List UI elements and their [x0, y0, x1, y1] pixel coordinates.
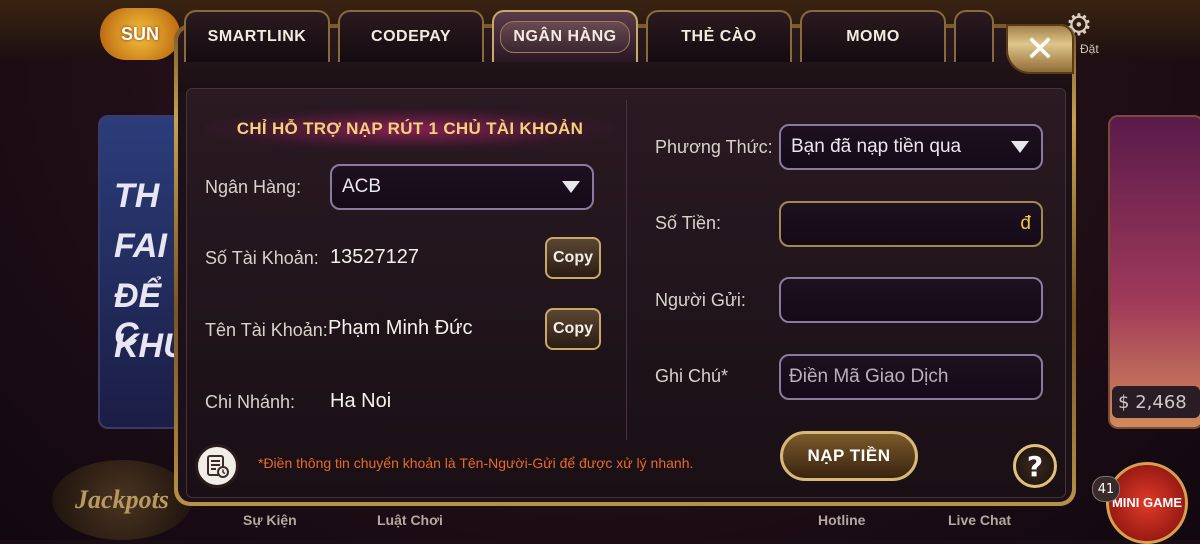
chevron-down-icon — [562, 181, 580, 193]
tab-momo[interactable]: MOMO — [800, 10, 946, 62]
account-number-value: 13527127 — [330, 246, 419, 268]
method-label: Phương Thức: — [655, 137, 773, 157]
tab-more[interactable] — [954, 10, 994, 62]
close-button[interactable]: ✕ — [1006, 24, 1074, 74]
nav-su-kien[interactable]: Sự Kiện — [243, 512, 297, 536]
method-select-value: Bạn đã nạp tiền qua — [791, 136, 962, 157]
tab-the-cao[interactable]: THẺ CÀO — [646, 10, 792, 62]
promo-banner-left[interactable]: TH FAI ĐỂ C KHU — [98, 115, 188, 429]
minigame-badge: 41 — [1092, 476, 1120, 502]
transaction-note-input[interactable]: Điền Mã Giao Dịch — [779, 354, 1043, 400]
account-name-label: Tên Tài Khoản: — [205, 320, 328, 340]
account-number-label: Số Tài Khoản: — [205, 248, 319, 268]
column-divider — [626, 100, 627, 440]
tab-label: SMARTLINK — [207, 28, 307, 45]
sender-input[interactable] — [779, 277, 1043, 323]
amount-label: Số Tiền: — [655, 213, 722, 233]
game-thumbnail-right[interactable] — [1108, 115, 1200, 429]
tab-label: MOMO — [846, 28, 900, 45]
branch-label: Chi Nhánh: — [205, 392, 296, 412]
deposit-submit-button[interactable]: NẠP TIỀN — [780, 431, 918, 481]
coin-value: 2,468 — [1135, 391, 1187, 413]
tab-ngan-hang[interactable]: NGÂN HÀNG — [492, 10, 638, 62]
tab-smartlink[interactable]: SMARTLINK — [184, 10, 330, 62]
sender-label: Người Gửi: — [655, 290, 746, 310]
policy-banner: CHỈ HỖ TRỢ NẠP RÚT 1 CHỦ TÀI KHOẢN — [205, 108, 615, 150]
sun-logo: SUN — [100, 8, 180, 60]
bank-label: Ngân Hàng: — [205, 177, 302, 197]
method-select[interactable]: Bạn đã nạp tiền qua — [779, 124, 1043, 170]
nav-live-chat[interactable]: Live Chat — [948, 512, 1011, 536]
minigame-button[interactable]: MINI GAME — [1106, 462, 1188, 544]
currency-symbol: đ — [1020, 213, 1031, 234]
tab-codepay[interactable]: CODEPAY — [338, 10, 484, 62]
copy-account-number-button[interactable]: Copy — [545, 237, 601, 279]
chevron-down-icon — [1011, 141, 1029, 153]
question-icon: ? — [1026, 449, 1044, 483]
history-button[interactable] — [195, 444, 239, 488]
account-name-value: Phạm Minh Đức — [328, 317, 473, 339]
tab-label: THẺ CÀO — [681, 28, 757, 45]
note-placeholder: Điền Mã Giao Dịch — [789, 366, 949, 387]
promo-text-2: FAI — [114, 227, 167, 265]
dollar-icon: $ — [1118, 391, 1136, 413]
copy-account-name-button[interactable]: Copy — [545, 308, 601, 350]
tab-label: CODEPAY — [371, 28, 451, 45]
settings-label: Đặt — [1080, 42, 1099, 56]
jackpot-button[interactable]: Jackpots — [52, 460, 192, 540]
close-icon: ✕ — [1024, 28, 1056, 70]
branch-value: Ha Noi — [330, 390, 392, 412]
footer-hint: *Điền thông tin chuyển khoản là Tên-Ngườ… — [258, 455, 694, 471]
history-icon — [207, 455, 229, 478]
amount-input[interactable]: đ — [779, 201, 1043, 247]
coin-balance: $ 2,468 — [1112, 386, 1200, 418]
help-button[interactable]: ? — [1013, 444, 1057, 488]
nav-luat-choi[interactable]: Luật Chơi — [377, 512, 443, 536]
note-label: Ghi Chú* — [655, 366, 729, 386]
bank-select-value: ACB — [342, 176, 382, 197]
nav-hotline[interactable]: Hotline — [818, 512, 865, 536]
tab-label: NGÂN HÀNG — [500, 21, 630, 53]
promo-text-1: TH — [114, 177, 160, 215]
bank-select[interactable]: ACB — [330, 164, 594, 210]
